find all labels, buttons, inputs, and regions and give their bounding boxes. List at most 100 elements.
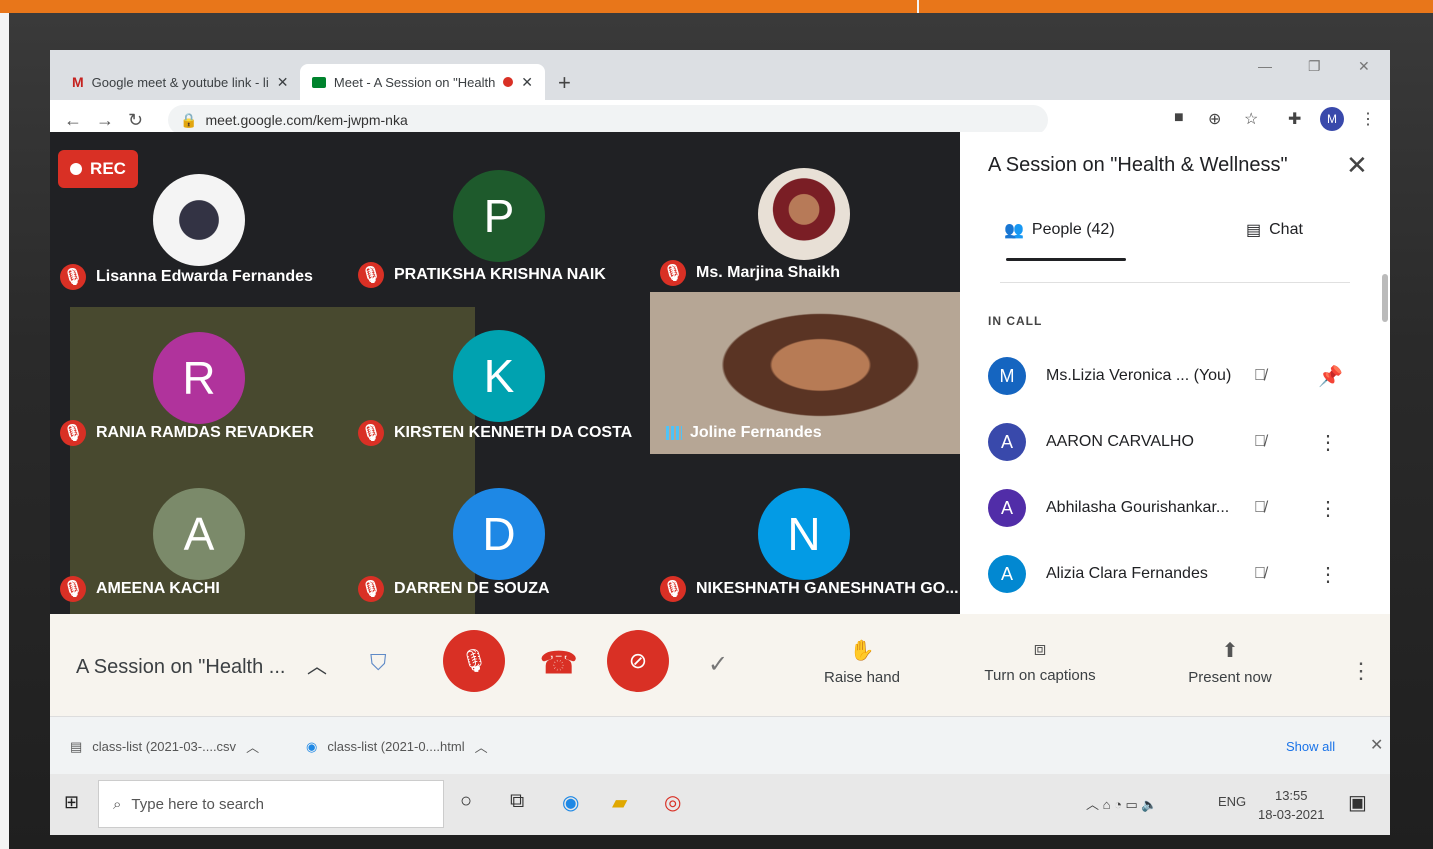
avatar: [758, 168, 850, 260]
tab-label: Chat: [1269, 221, 1303, 238]
search-input[interactable]: ⌕ Type here to search: [98, 780, 444, 828]
list-item[interactable]: A Alizia Clara Fernandes 🎙̸ ⋮: [988, 554, 1348, 594]
close-tab-icon[interactable]: ✕: [521, 74, 533, 91]
new-tab-button[interactable]: +: [558, 70, 571, 96]
tile-name: 🎙 NIKESHNATH GANESHNATH GO...: [660, 576, 959, 602]
camera-icon[interactable]: ■: [1174, 109, 1184, 127]
tab-gmail[interactable]: M Google meet & youtube link - li ✕: [60, 64, 295, 100]
download-label: class-list (2021-03-....csv: [92, 739, 237, 754]
restore-icon[interactable]: ❐: [1308, 58, 1321, 75]
person-name: AARON CARVALHO: [1046, 433, 1194, 450]
windows-icon[interactable]: ⊞: [64, 792, 79, 813]
search-icon: ⌕: [113, 795, 122, 813]
download-item[interactable]: ▤ class-list (2021-03-....csv ︿: [70, 737, 259, 756]
present-button[interactable]: ⬆ Present now: [1170, 638, 1290, 686]
more-options-icon[interactable]: ⋮: [1318, 430, 1338, 455]
task-view-icon[interactable]: ⧉: [510, 790, 524, 813]
tab-meet[interactable]: Meet - A Session on "Health ✕: [300, 64, 545, 100]
camera-toggle-button[interactable]: ⊘: [607, 630, 669, 692]
check-icon[interactable]: ✓: [708, 650, 728, 679]
profile-avatar[interactable]: M: [1320, 107, 1344, 131]
lock-icon: 🔒: [180, 111, 198, 128]
show-all-link[interactable]: Show all: [1286, 739, 1335, 754]
search-placeholder: Type here to search: [131, 795, 264, 813]
tab-strip: M Google meet & youtube link - li ✕ Meet…: [50, 50, 1390, 100]
participant-name: NIKESHNATH GANESHNATH GO...: [696, 580, 959, 597]
avatar: R: [153, 332, 245, 424]
url-field[interactable]: 🔒 meet.google.com/kem-jwpm-nka: [168, 105, 1048, 135]
rec-label: REC: [90, 159, 126, 178]
mic-off-icon: 🎙: [358, 576, 384, 602]
speaking-icon: [666, 426, 682, 440]
edge-icon[interactable]: ◉: [562, 790, 579, 815]
taskbar: ⊞ ⌕ Type here to search ○ ⧉ ◉ ▰ ◎ ︿ ⌂ ◔ ▭…: [50, 774, 1390, 835]
downloads-bar: ▤ class-list (2021-03-....csv ︿ ◉ class-lis…: [50, 716, 1390, 774]
clock[interactable]: 13:55 18-03-2021: [1258, 786, 1325, 824]
captions-button[interactable]: ⧈ Turn on captions: [970, 638, 1110, 684]
menu-icon[interactable]: ⋮: [1360, 109, 1376, 129]
leave-call-button[interactable]: ☎: [540, 646, 577, 681]
more-options-icon[interactable]: ⋮: [1350, 658, 1372, 684]
download-item[interactable]: ◉ class-list (2021-0....html ︿: [306, 737, 488, 756]
mic-off-icon: 🎙: [358, 262, 384, 288]
extensions-icon[interactable]: ✚: [1288, 109, 1301, 129]
list-item[interactable]: A AARON CARVALHO 🎙̸ ⋮: [988, 422, 1348, 462]
scrollbar[interactable]: [1382, 274, 1388, 322]
more-options-icon[interactable]: ⋮: [1318, 496, 1338, 521]
close-window-icon[interactable]: ✕: [1358, 58, 1370, 75]
shield-icon[interactable]: ⛉: [370, 650, 387, 676]
avatar: A: [988, 423, 1026, 461]
avatar: N: [758, 488, 850, 580]
avatar: A: [153, 488, 245, 580]
participant-grid: REC 🎙 Lisanna Edwarda Fernandes P 🎙 PRATIK…: [50, 132, 960, 637]
tab-chat[interactable]: ▤ Chat: [1246, 220, 1303, 240]
present-icon: ⬆: [1221, 640, 1239, 662]
chrome-icon[interactable]: ◎: [664, 790, 681, 815]
side-panel: A Session on "Health & Wellness" ✕ 👥 Peop…: [960, 132, 1390, 614]
reload-icon[interactable]: ↻: [128, 110, 143, 131]
cortana-icon[interactable]: ○: [460, 790, 472, 813]
action-label: Raise hand: [824, 669, 900, 686]
tab-label: People (42): [1031, 221, 1115, 238]
mic-off-icon: 🎙: [460, 648, 488, 673]
more-options-icon[interactable]: ⋮: [1318, 562, 1338, 587]
participant-name: PRATIKSHA KRISHNA NAIK: [394, 266, 606, 283]
captions-icon: ⧈: [1033, 638, 1047, 660]
participant-name: KIRSTEN KENNETH DA COSTA: [394, 424, 633, 441]
video-tile[interactable]: Joline Fernandes: [650, 292, 960, 454]
back-icon[interactable]: ←: [64, 110, 82, 131]
minimize-icon[interactable]: —: [1258, 58, 1272, 74]
active-tab-indicator: [1006, 258, 1126, 261]
list-item[interactable]: A Abhilasha Gourishankar... 🎙̸ ⋮: [988, 488, 1348, 528]
raise-hand-button[interactable]: ✋ Raise hand: [812, 638, 912, 686]
participant-name: RANIA RAMDAS REVADKER: [96, 424, 314, 441]
folder-icon[interactable]: ▰: [612, 790, 627, 815]
close-icon[interactable]: ✕: [1370, 735, 1383, 755]
meeting-details[interactable]: A Session on "Health ... ︿: [76, 650, 327, 679]
participant-name: Lisanna Edwarda Fernandes: [96, 268, 313, 285]
star-icon[interactable]: ☆: [1244, 109, 1258, 129]
tab-people[interactable]: 👥 People (42): [1004, 220, 1115, 240]
tile-name: 🎙 RANIA RAMDAS REVADKER: [60, 420, 314, 446]
mic-off-icon: 🎙: [358, 420, 384, 446]
tray-icons[interactable]: ︿ ⌂ ◔ ▭ 🔈: [1086, 794, 1158, 813]
zoom-icon[interactable]: ⊕: [1208, 109, 1221, 129]
rec-badge: REC: [58, 150, 138, 188]
person-name: Abhilasha Gourishankar...: [1046, 499, 1230, 516]
notifications-icon[interactable]: ▣: [1348, 790, 1367, 815]
forward-icon[interactable]: →: [96, 110, 114, 131]
mic-off-icon: 🎙: [660, 260, 686, 286]
pin-icon[interactable]: 📌: [1318, 364, 1343, 389]
chevron-up-icon: ︿: [307, 656, 328, 678]
close-tab-icon[interactable]: ✕: [277, 74, 289, 91]
mic-off-icon: 🎙: [60, 576, 86, 602]
close-icon[interactable]: ✕: [1346, 150, 1368, 181]
language-indicator[interactable]: ENG: [1218, 794, 1246, 809]
accent-divider: [917, 0, 919, 13]
avatar: K: [453, 330, 545, 422]
list-item[interactable]: M Ms.Lizia Veronica ... (You) 🎙̸ 📌: [988, 356, 1348, 396]
avatar: D: [453, 488, 545, 580]
left-edge: [0, 13, 9, 849]
mic-toggle-button[interactable]: 🎙: [443, 630, 505, 692]
url-text: meet.google.com/kem-jwpm-nka: [205, 112, 408, 128]
